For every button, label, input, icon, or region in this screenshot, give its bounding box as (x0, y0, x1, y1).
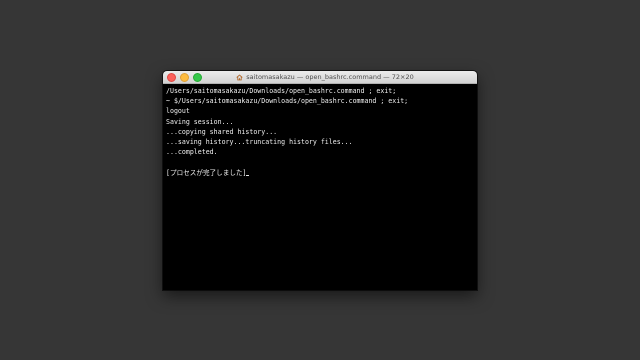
terminal-line: logout (166, 107, 190, 116)
terminal-line: ...copying shared history... (166, 127, 278, 136)
maximize-button[interactable] (193, 73, 202, 82)
terminal-line: ~ $/Users/saitomasakazu/Downloads/open_b… (166, 97, 409, 106)
terminal-line: /Users/saitomasakazu/Downloads/open_bash… (166, 87, 397, 95)
terminal-window[interactable]: saitomasakazu — open_bashrc.command — 72… (163, 71, 477, 290)
process-complete-text: [プロセスが完了しました] (166, 168, 247, 177)
close-button[interactable] (167, 73, 176, 82)
window-title-wrap: saitomasakazu — open_bashrc.command — 72… (226, 73, 414, 81)
text-cursor (246, 174, 250, 176)
terminal-line: ...saving history...truncating history f… (166, 137, 353, 146)
title-bar[interactable]: saitomasakazu — open_bashrc.command — 72… (163, 71, 477, 84)
terminal-line: ...completed. (166, 148, 218, 157)
home-icon (236, 73, 243, 80)
terminal-line: Saving session... (166, 117, 234, 126)
terminal-line-process-complete: [プロセスが完了しました] (166, 168, 474, 178)
minimize-button[interactable] (180, 73, 189, 82)
desktop: saitomasakazu — open_bashrc.command — 72… (0, 0, 640, 360)
traffic-lights (167, 73, 202, 82)
terminal-output[interactable]: /Users/saitomasakazu/Downloads/open_bash… (163, 84, 477, 180)
window-title: saitomasakazu — open_bashrc.command — 72… (246, 73, 414, 81)
